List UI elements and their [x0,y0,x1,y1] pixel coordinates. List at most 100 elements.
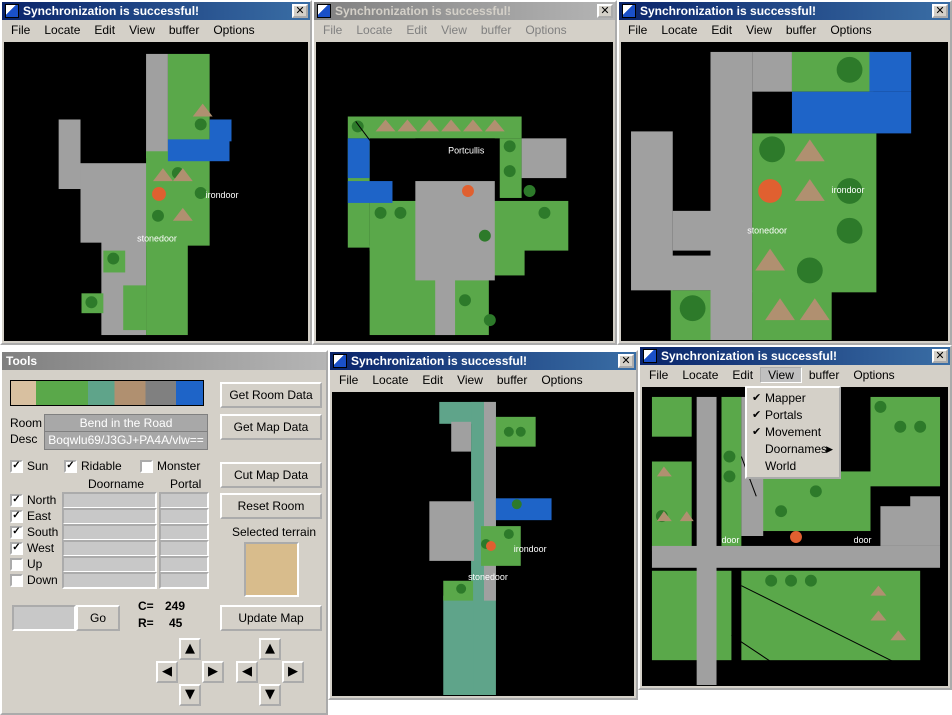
menu-locate[interactable]: Locate [349,23,399,37]
menu-bar: File Locate Edit View buffer Options [640,365,950,385]
check-icon: ✓ [10,459,23,473]
arrow-left-icon[interactable]: ◀ [156,661,178,683]
desc-field[interactable]: Boqwlu69/J3GJ+PA4A/vlw== [44,431,208,450]
portal-input[interactable] [159,572,209,589]
direction-checkbox-3[interactable]: ✓ West [10,541,54,555]
direction-label: North [27,493,57,507]
mapper-window-1: Synchronization is successful! ✕ File Lo… [0,0,312,345]
arrow-up-icon[interactable]: ▲ [259,638,281,660]
portal-input[interactable] [159,540,209,557]
arrow-down-icon[interactable]: ▼ [179,684,201,706]
menu-buffer[interactable]: buffer [474,23,518,37]
selected-terrain-label: Selected terrain [232,525,317,539]
direction-checkbox-0[interactable]: ✓ North [10,493,56,507]
get-map-data-button[interactable]: Get Map Data [220,414,322,440]
menu-edit[interactable]: Edit [725,368,760,382]
doorname-header: Doorname [88,477,145,491]
map-canvas[interactable]: irondoor stonedoor [332,392,634,696]
arrow-up-icon[interactable]: ▲ [179,638,201,660]
menu-locate[interactable]: Locate [654,23,704,37]
title-bar[interactable]: Synchronization is successful! ✕ [2,2,310,20]
doorname-input[interactable] [62,524,157,541]
arrow-down-icon[interactable]: ▼ [259,684,281,706]
title-bar[interactable]: Synchronization is successful! ✕ [314,2,615,20]
menu-options[interactable]: Options [206,23,261,37]
arrow-right-icon[interactable]: ▶ [202,661,224,683]
menu-options[interactable]: Options [518,23,573,37]
view-menu-item-mapper[interactable]: ✔ Mapper [747,390,839,407]
view-menu-item-portals[interactable]: ✔ Portals [747,407,839,424]
check-icon: ✓ [10,541,23,555]
menu-edit[interactable]: Edit [704,23,739,37]
menu-options[interactable]: Options [846,368,901,382]
title-bar[interactable]: Synchronization is successful! ✕ [640,347,950,365]
close-button[interactable]: ✕ [932,4,948,18]
view-menu-item-doornames[interactable]: Doornames ▶ [747,441,839,458]
menu-view[interactable]: View [739,23,779,37]
arrow-right-icon[interactable]: ▶ [282,661,304,683]
get-room-data-button[interactable]: Get Room Data [220,382,322,408]
map-canvas[interactable]: irondoor stonedoor [4,42,308,341]
portal-input[interactable] [159,556,209,573]
doorname-input[interactable] [62,556,157,573]
menu-locate[interactable]: Locate [675,368,725,382]
menu-buffer[interactable]: buffer [779,23,823,37]
menu-file[interactable]: File [4,23,37,37]
direction-checkbox-4[interactable]: Up [10,557,42,571]
map-canvas[interactable]: irondoor stonedoor [621,42,948,341]
menu-file[interactable]: File [621,23,654,37]
arrow-left-icon[interactable]: ◀ [236,661,258,683]
view-menu-item-movement[interactable]: ✔ Movement [747,424,839,441]
coordinate-input[interactable] [12,605,76,631]
view-menu-item-label: Movement [765,425,822,439]
menu-locate[interactable]: Locate [365,373,415,387]
menu-view[interactable]: View [760,367,802,383]
menu-options[interactable]: Options [534,373,589,387]
menu-file[interactable]: File [316,23,349,37]
menu-buffer[interactable]: buffer [490,373,534,387]
menu-options[interactable]: Options [823,23,878,37]
map-canvas[interactable]: Portcullis [316,42,613,341]
doorname-input[interactable] [62,492,157,509]
terrain-palette[interactable] [10,380,204,406]
portal-input[interactable] [159,492,209,509]
selected-terrain-swatch [244,542,299,597]
direction-checkbox-2[interactable]: ✓ South [10,525,58,539]
portal-input[interactable] [159,524,209,541]
check-empty-icon [140,459,153,473]
menu-edit[interactable]: Edit [399,23,434,37]
view-menu-item-world[interactable]: World [747,458,839,475]
doorname-input[interactable] [62,572,157,589]
menu-file[interactable]: File [332,373,365,387]
reset-room-button[interactable]: Reset Room [220,493,322,519]
view-menu-item-label: Doornames [765,442,828,456]
doorname-input[interactable] [62,508,157,525]
sun-checkbox[interactable]: ✓ Sun [10,459,48,473]
cut-map-data-button[interactable]: Cut Map Data [220,462,322,488]
move-arrow-pad: ▲ ◀ ▶ ▼ [156,638,224,706]
menu-view[interactable]: View [450,373,490,387]
menu-view[interactable]: View [122,23,162,37]
title-bar[interactable]: Synchronization is successful! ✕ [330,352,636,370]
close-button[interactable]: ✕ [292,4,308,18]
doorname-input[interactable] [62,540,157,557]
monster-checkbox[interactable]: Monster [140,459,200,473]
direction-checkbox-1[interactable]: ✓ East [10,509,51,523]
menu-buffer[interactable]: buffer [162,23,206,37]
title-bar[interactable]: Synchronization is successful! ✕ [619,2,950,20]
update-map-button[interactable]: Update Map [220,605,322,631]
menu-locate[interactable]: Locate [37,23,87,37]
menu-edit[interactable]: Edit [87,23,122,37]
close-button[interactable]: ✕ [932,349,948,363]
portal-input[interactable] [159,508,209,525]
ridable-checkbox[interactable]: ✓ Ridable [64,459,122,473]
go-button[interactable]: Go [76,605,120,631]
close-button[interactable]: ✕ [597,4,613,18]
menu-file[interactable]: File [642,368,675,382]
close-button[interactable]: ✕ [618,354,634,368]
menu-view[interactable]: View [434,23,474,37]
direction-checkbox-5[interactable]: Down [10,573,58,587]
view-dropdown-menu: ✔ Mapper ✔ Portals ✔ Movement Doornames ▶ World [745,386,841,479]
menu-edit[interactable]: Edit [415,373,450,387]
menu-buffer[interactable]: buffer [802,368,846,382]
